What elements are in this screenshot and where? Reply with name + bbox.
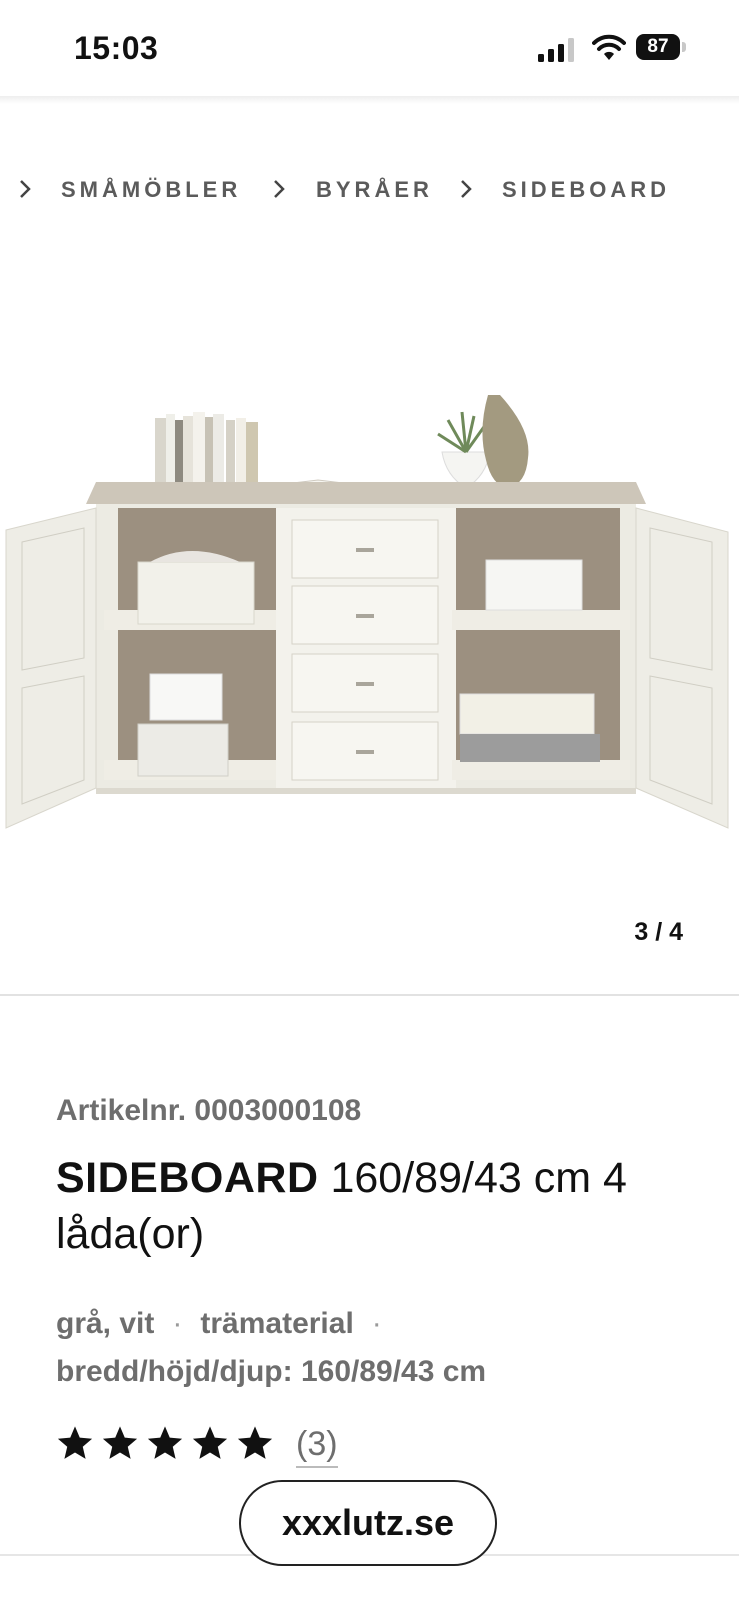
attribute-material: trämaterial	[200, 1307, 354, 1340]
star-icon	[102, 1426, 138, 1459]
separator-dot: ·	[172, 1307, 183, 1340]
separator-dot: ·	[371, 1307, 382, 1340]
product-rating[interactable]: (3)	[56, 1424, 396, 1474]
product-title-strong: SIDEBOARD	[56, 1154, 319, 1202]
chevron-right-icon	[274, 180, 285, 198]
image-counter: 3 / 4	[634, 918, 683, 946]
battery-icon: 87	[636, 34, 688, 62]
header-divider	[0, 96, 739, 104]
product-gallery[interactable]: 3 / 4	[0, 250, 739, 994]
breadcrumb-item-smamobler[interactable]: SMÅMÖBLER	[61, 177, 241, 203]
review-count-link[interactable]: (3)	[296, 1425, 338, 1468]
breadcrumb-item-sideboard[interactable]: SIDEBOARD	[502, 177, 670, 203]
battery-level: 87	[636, 34, 680, 60]
chevron-right-icon	[461, 180, 472, 198]
article-number: Artikelnr. 0003000108	[56, 1094, 362, 1127]
chevron-right-icon	[20, 180, 31, 198]
product-attributes: grå, vit · trämaterial · bredd/höjd/djup: 1…	[56, 1300, 696, 1396]
attribute-color: grå, vit	[56, 1307, 155, 1340]
status-bar: 15:03 87	[0, 0, 739, 98]
product-title: SIDEBOARD 160/89/43 cm 4 låda(or)	[56, 1150, 696, 1262]
books-decoration	[155, 412, 258, 490]
breadcrumb-item-byraer[interactable]: BYRÅER	[316, 177, 433, 203]
attribute-dimensions: bredd/höjd/djup: 160/89/43 cm	[56, 1355, 487, 1388]
browser-domain-pill[interactable]: xxxlutz.se	[239, 1480, 497, 1566]
cellular-signal-icon	[538, 38, 574, 62]
product-image[interactable]	[0, 390, 739, 860]
star-icon	[192, 1426, 228, 1459]
star-icon	[147, 1426, 183, 1459]
breadcrumb: SMÅMÖBLER BYRÅER SIDEBOARD	[0, 168, 739, 212]
wifi-icon	[592, 34, 626, 60]
status-time: 15:03	[74, 30, 159, 66]
star-icon	[57, 1426, 93, 1459]
star-icon	[237, 1426, 273, 1459]
gallery-divider	[0, 994, 739, 996]
